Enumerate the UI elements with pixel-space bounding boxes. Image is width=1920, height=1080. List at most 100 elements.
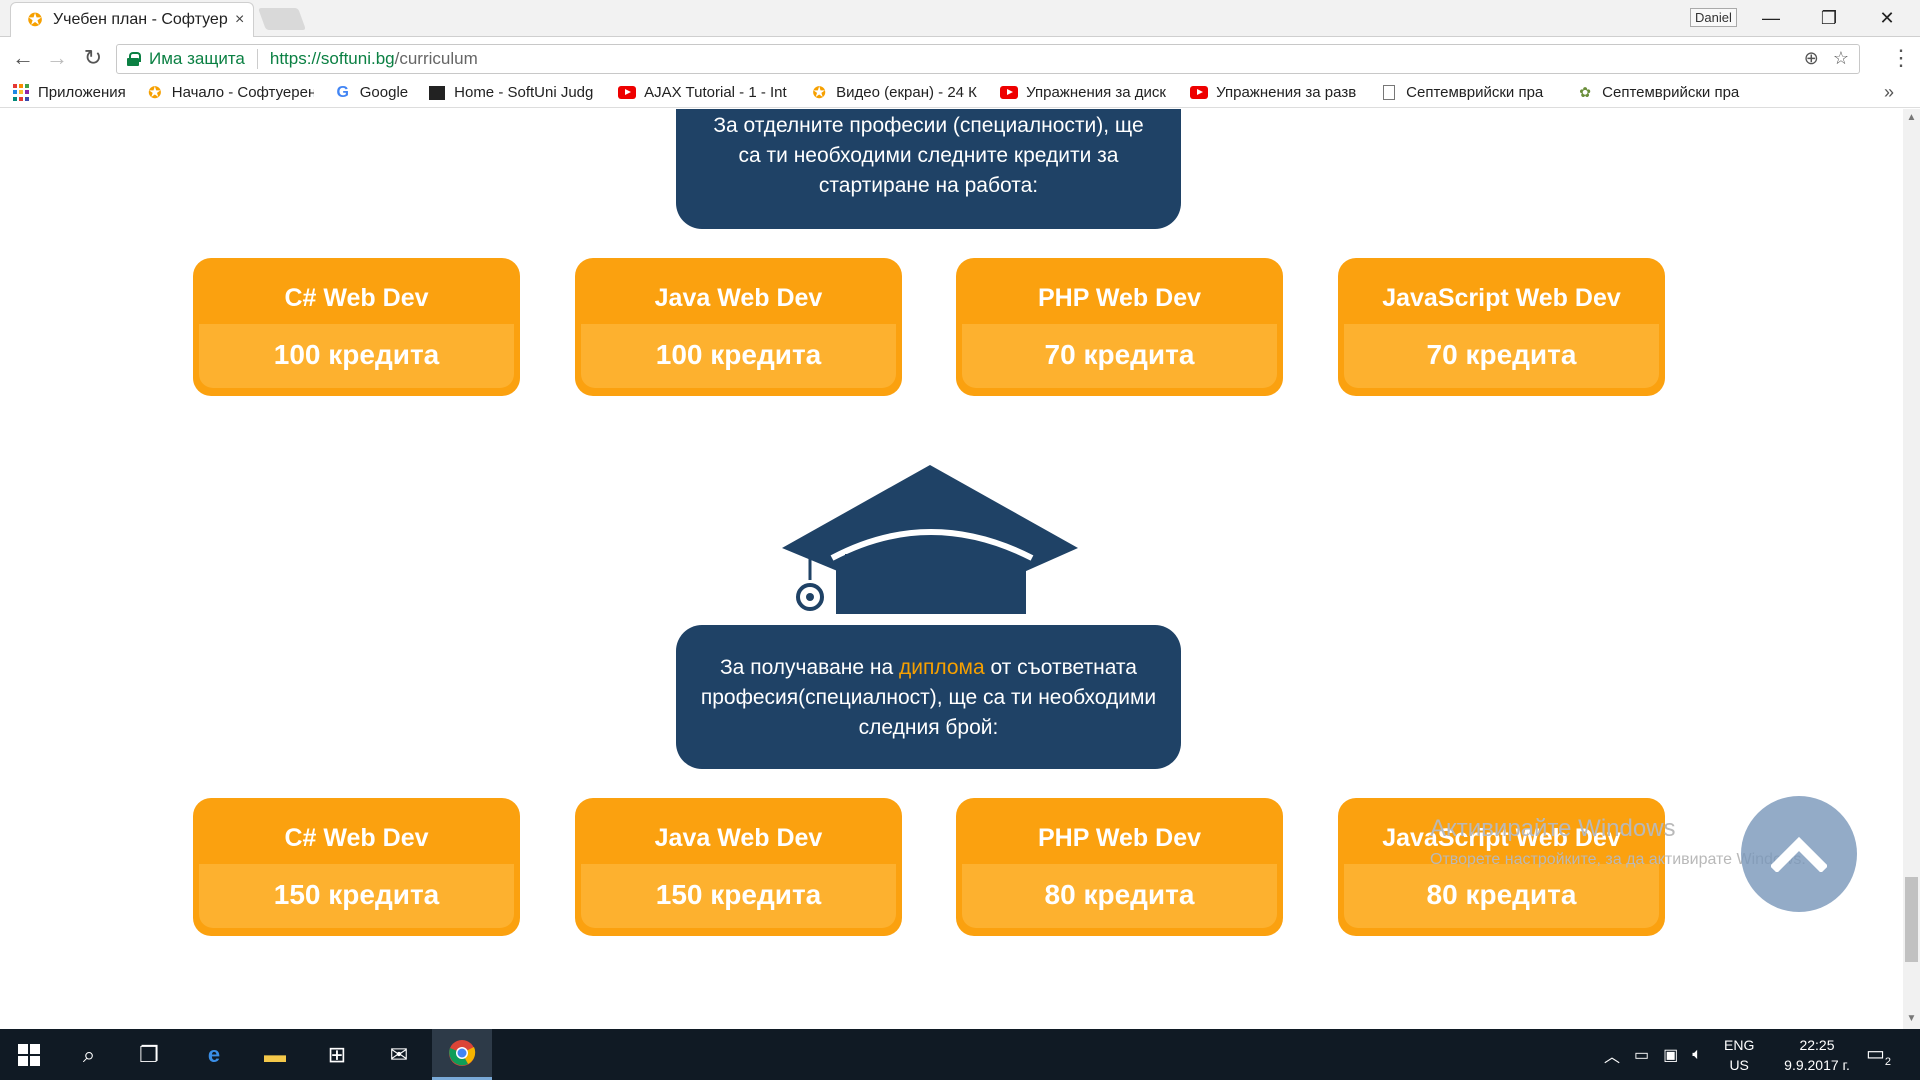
secure-label[interactable]: Има защита <box>149 49 245 69</box>
card-value: 100 кредита <box>199 324 514 388</box>
edge-icon[interactable]: e <box>185 1029 243 1080</box>
chrome-taskbar-button[interactable] <box>432 1029 492 1080</box>
bookmark-exercises-disc[interactable]: Упражнения за диск <box>1000 84 1170 102</box>
language-code: ENG <box>1724 1037 1755 1053</box>
card-title: JavaScript Web Dev <box>1382 284 1621 312</box>
lock-icon <box>127 52 141 66</box>
diploma-credits-info: За получаване на диплома от съответната … <box>676 625 1181 769</box>
start-credits-info: За отделните професии (специалности), ще… <box>676 109 1181 229</box>
bookmark-label: Начало - Софтуерен <box>171 84 314 101</box>
volume-icon[interactable]: 🔈︎ <box>1692 1046 1702 1064</box>
system-tray: ︿ ▭ ▣ 🔈︎ <box>1604 1029 1702 1080</box>
restore-button[interactable]: ❐ <box>1804 4 1854 32</box>
credit-card-php-start: PHP Web Dev 70 кредита <box>956 258 1283 396</box>
softuni-favicon-icon: ✪ <box>27 10 43 30</box>
forward-arrow-icon[interactable]: → <box>44 45 70 71</box>
judge-icon <box>428 84 446 102</box>
turtle-icon: ✿ <box>1579 84 1591 100</box>
address-bar[interactable]: Има защита https://softuni.bg/curriculum… <box>116 44 1860 74</box>
bookmark-google[interactable]: G Google <box>334 83 409 102</box>
bookmark-video[interactable]: ✪ Видео (екран) - 24 К <box>810 84 980 102</box>
card-title: PHP Web Dev <box>1037 824 1202 852</box>
minimize-button[interactable]: — <box>1746 4 1796 32</box>
store-icon[interactable]: ⊞ <box>308 1029 366 1080</box>
scroll-up-arrow-icon[interactable]: ▲ <box>1905 112 1918 123</box>
scroll-to-top-button[interactable] <box>1741 796 1857 912</box>
google-icon: G <box>336 83 349 101</box>
softuni-icon: ✪ <box>812 84 826 102</box>
diploma-link[interactable]: диплома <box>899 656 985 679</box>
new-tab-button[interactable] <box>257 8 307 30</box>
keyboard-layout: US <box>1729 1057 1749 1073</box>
bookmark-label: Упражнения за диск <box>1026 84 1166 101</box>
clock-time: 22:25 <box>1799 1037 1835 1053</box>
bookmark-september-1[interactable]: Септемврийски пра <box>1380 84 1556 102</box>
profile-button[interactable]: Daniel <box>1690 8 1737 27</box>
search-icon[interactable]: ⌕ <box>60 1029 118 1080</box>
windows-taskbar: ⌕ ❐ e ▬ ⊞ ✉ ︿ ▭ ▣ 🔈︎ ENG US 22:25 9.9.20… <box>0 1029 1920 1080</box>
credit-card-java-diploma: Java Web Dev 150 кредита <box>575 798 902 936</box>
bookmark-softuni-home[interactable]: ✪ Начало - Софтуерен <box>146 84 314 102</box>
browser-tab[interactable]: ✪ Учебен план - Софтуер × <box>10 2 254 37</box>
tab-close-icon[interactable]: × <box>235 11 244 29</box>
credit-card-php-diploma: PHP Web Dev 80 кредита <box>956 798 1283 936</box>
close-window-button[interactable]: ✕ <box>1862 4 1912 32</box>
network-icon[interactable]: ▣ <box>1663 1045 1678 1065</box>
start-credits-text: За отделните професии (специалности), ще… <box>713 114 1144 197</box>
youtube-icon <box>618 84 637 102</box>
card-title: C# Web Dev <box>284 284 429 312</box>
mail-icon[interactable]: ✉ <box>370 1029 428 1080</box>
windows-logo-icon <box>18 1043 40 1066</box>
bookmark-judge[interactable]: Home - SoftUni Judg <box>428 84 598 102</box>
task-view-icon[interactable]: ❐ <box>120 1029 178 1080</box>
bookmark-september-2[interactable]: ✿ Септемврийски пра <box>1576 84 1752 102</box>
bookmark-label: Упражнения за разв <box>1216 84 1357 101</box>
card-title: Java Web Dev <box>654 824 823 852</box>
language-indicator[interactable]: ENG US <box>1724 1035 1754 1075</box>
file-explorer-icon[interactable]: ▬ <box>246 1029 304 1080</box>
notification-count: 2 <box>1884 1056 1892 1068</box>
back-arrow-icon[interactable]: ← <box>10 45 36 71</box>
credit-card-csharp-diploma: C# Web Dev 150 кредита <box>193 798 520 936</box>
softuni-icon: ✪ <box>148 84 162 102</box>
card-value: 80 кредита <box>962 864 1277 928</box>
scroll-down-arrow-icon[interactable]: ▼ <box>1905 1013 1918 1024</box>
bookmarks-overflow-icon[interactable]: » <box>1884 82 1894 103</box>
card-value: 150 кредита <box>199 864 514 928</box>
bookmark-label: Септемврийски пра <box>1406 84 1544 101</box>
card-value: 80 кредита <box>1344 864 1659 928</box>
start-button[interactable] <box>0 1029 58 1080</box>
tray-overflow-icon[interactable]: ︿ <box>1604 1043 1620 1067</box>
action-center-icon[interactable]: ▭2 <box>1866 1041 1891 1068</box>
card-value: 70 кредита <box>962 324 1277 388</box>
page-icon <box>1380 84 1398 102</box>
credit-card-java-start: Java Web Dev 100 кредита <box>575 258 902 396</box>
bookmark-ajax[interactable]: AJAX Tutorial - 1 - Int <box>618 84 790 102</box>
omnibox-actions: ⊕ ☆ <box>1804 48 1849 69</box>
bookmark-label: Приложения <box>38 84 126 101</box>
graduation-cap-icon <box>782 465 1078 614</box>
credit-card-js-start: JavaScript Web Dev 70 кредита <box>1338 258 1665 396</box>
clock[interactable]: 22:25 9.9.2017 г. <box>1772 1035 1862 1075</box>
card-title: Java Web Dev <box>654 284 823 312</box>
chevron-up-icon <box>1771 836 1827 872</box>
url-divider <box>256 49 258 69</box>
bookmark-star-icon[interactable]: ☆ <box>1833 48 1849 69</box>
chrome-icon <box>449 1040 476 1066</box>
reload-icon[interactable]: ↻ <box>80 45 106 71</box>
bookmark-label: Видео (екран) - 24 К <box>836 84 977 101</box>
zoom-icon[interactable]: ⊕ <box>1804 48 1819 69</box>
scrollbar-thumb[interactable] <box>1905 877 1918 962</box>
credit-card-csharp-start: C# Web Dev 100 кредита <box>193 258 520 396</box>
bookmarks-bar: Приложения ✪ Начало - Софтуерен G Google… <box>0 78 1920 108</box>
bookmark-exercises-dev[interactable]: Упражнения за разв <box>1190 84 1360 102</box>
clock-date: 9.9.2017 г. <box>1784 1057 1850 1073</box>
battery-icon[interactable]: ▭ <box>1634 1045 1649 1065</box>
bookmark-apps[interactable]: Приложения <box>12 83 126 102</box>
card-value: 150 кредита <box>581 864 896 928</box>
tab-title: Учебен план - Софтуер <box>53 11 228 28</box>
card-value: 100 кредита <box>581 324 896 388</box>
browser-menu-icon[interactable]: ⋮ <box>1890 45 1912 71</box>
diploma-text-before: За получаване на <box>720 656 899 679</box>
card-title: C# Web Dev <box>284 824 429 852</box>
